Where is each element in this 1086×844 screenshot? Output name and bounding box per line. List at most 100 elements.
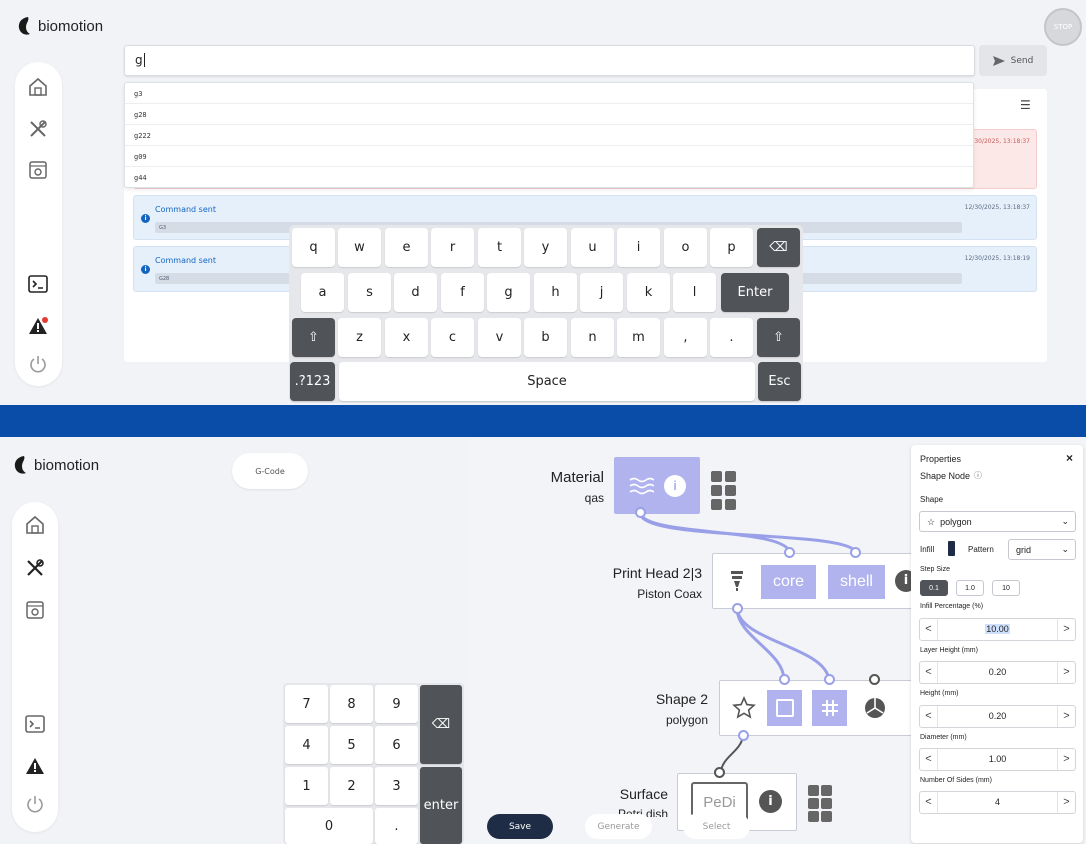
send-button[interactable]: Send (979, 45, 1047, 76)
key[interactable]: m (617, 318, 660, 357)
infill-pct-stepper[interactable]: <10.00 > (919, 618, 1076, 641)
key[interactable]: g (487, 273, 530, 312)
key[interactable]: f (441, 273, 484, 312)
output-port[interactable] (635, 507, 646, 518)
enter-key[interactable]: Enter (721, 273, 789, 312)
key[interactable]: . (710, 318, 753, 357)
input-port[interactable] (714, 767, 725, 778)
layer-height-stepper[interactable]: <0.20 > (919, 661, 1076, 684)
numpad-backspace[interactable]: ⌫ (420, 685, 462, 764)
material-node[interactable]: i (614, 457, 700, 514)
key[interactable]: e (385, 228, 428, 267)
shell-chip[interactable]: shell (828, 565, 885, 599)
numpad-key[interactable]: . (375, 808, 418, 844)
key[interactable]: i (617, 228, 660, 267)
numpad-key[interactable]: 3 (375, 767, 418, 805)
tools-icon[interactable] (24, 557, 46, 579)
alert-icon[interactable] (24, 755, 46, 777)
close-icon[interactable]: × (1066, 451, 1073, 465)
step-button[interactable]: 1.0 (956, 580, 984, 596)
esc-key[interactable]: Esc (758, 362, 801, 401)
info-icon[interactable]: i (759, 790, 782, 813)
key[interactable]: z (338, 318, 381, 357)
hamburger-icon[interactable]: ☰ (1020, 98, 1031, 112)
decrement-icon[interactable]: < (920, 749, 938, 770)
key[interactable]: c (431, 318, 474, 357)
key[interactable]: u (571, 228, 614, 267)
key[interactable]: s (348, 273, 391, 312)
command-input[interactable]: g (124, 45, 975, 76)
power-icon[interactable] (24, 793, 46, 815)
numpad-key[interactable]: 7 (285, 685, 328, 723)
core-chip[interactable]: core (761, 565, 816, 599)
increment-icon[interactable]: > (1057, 706, 1075, 727)
step-button[interactable]: 0.1 (920, 580, 948, 596)
key[interactable]: , (664, 318, 707, 357)
numpad-key[interactable]: 2 (330, 767, 373, 805)
key[interactable]: o (664, 228, 707, 267)
numpad-key[interactable]: 9 (375, 685, 418, 723)
input-port[interactable] (784, 547, 795, 558)
key[interactable]: w (338, 228, 381, 267)
shift-key[interactable]: ⇧ (757, 318, 800, 357)
key[interactable]: q (292, 228, 335, 267)
pattern-select[interactable]: grid ⌄ (1008, 539, 1076, 560)
input-port[interactable] (850, 547, 861, 558)
key[interactable]: x (385, 318, 428, 357)
module-icon[interactable] (27, 159, 49, 181)
key[interactable]: y (524, 228, 567, 267)
select-button[interactable]: Select (683, 814, 750, 839)
numpad-key[interactable]: 6 (375, 726, 418, 764)
increment-icon[interactable]: > (1057, 662, 1075, 683)
key[interactable]: a (301, 273, 344, 312)
decrement-icon[interactable]: < (920, 619, 938, 640)
suggestion-item[interactable]: g222 (125, 125, 973, 146)
numpad-enter[interactable]: enter (420, 767, 462, 844)
alert-icon[interactable] (27, 315, 49, 337)
grid-icon[interactable] (808, 785, 834, 822)
star-icon[interactable] (732, 696, 756, 720)
grid-icon[interactable] (711, 471, 737, 510)
infill-color-swatch[interactable] (948, 541, 955, 556)
decrement-icon[interactable]: < (920, 792, 938, 813)
module-icon[interactable] (24, 599, 46, 621)
key[interactable]: b (524, 318, 567, 357)
output-port[interactable] (738, 730, 749, 741)
numpad-key[interactable]: 0 (285, 808, 373, 844)
generate-button[interactable]: Generate (585, 814, 652, 839)
key[interactable]: n (571, 318, 614, 357)
step-button[interactable]: 10 (992, 580, 1020, 596)
diameter-stepper[interactable]: <1.00 > (919, 748, 1076, 771)
symbols-key[interactable]: .?123 (290, 362, 335, 401)
key[interactable]: j (580, 273, 623, 312)
space-key[interactable]: Space (339, 362, 755, 401)
terminal-icon[interactable] (27, 273, 49, 295)
square-chip[interactable] (767, 690, 802, 726)
info-outline-icon[interactable]: ⓘ (974, 470, 982, 481)
save-button[interactable]: Save (487, 814, 553, 839)
increment-icon[interactable]: > (1057, 792, 1075, 813)
home-icon[interactable] (27, 76, 49, 98)
suggestion-item[interactable]: g09 (125, 146, 973, 167)
stop-button[interactable]: STOP (1044, 8, 1082, 46)
shift-key[interactable]: ⇧ (292, 318, 335, 357)
key[interactable]: d (394, 273, 437, 312)
input-port[interactable] (869, 674, 880, 685)
increment-icon[interactable]: > (1057, 749, 1075, 770)
decrement-icon[interactable]: < (920, 706, 938, 727)
key[interactable]: t (478, 228, 521, 267)
key[interactable]: h (534, 273, 577, 312)
numpad-key[interactable]: 5 (330, 726, 373, 764)
key[interactable]: r (431, 228, 474, 267)
home-icon[interactable] (24, 514, 46, 536)
input-port[interactable] (779, 674, 790, 685)
power-icon[interactable] (27, 353, 49, 375)
suggestion-item[interactable]: g3 (125, 83, 973, 104)
key[interactable]: k (627, 273, 670, 312)
terminal-icon[interactable] (24, 713, 46, 735)
numpad-key[interactable]: 4 (285, 726, 328, 764)
info-icon[interactable]: i (664, 474, 686, 497)
pie-icon[interactable] (863, 696, 887, 720)
backspace-key[interactable]: ⌫ (757, 228, 800, 267)
suggestion-item[interactable]: g44 (125, 167, 973, 188)
